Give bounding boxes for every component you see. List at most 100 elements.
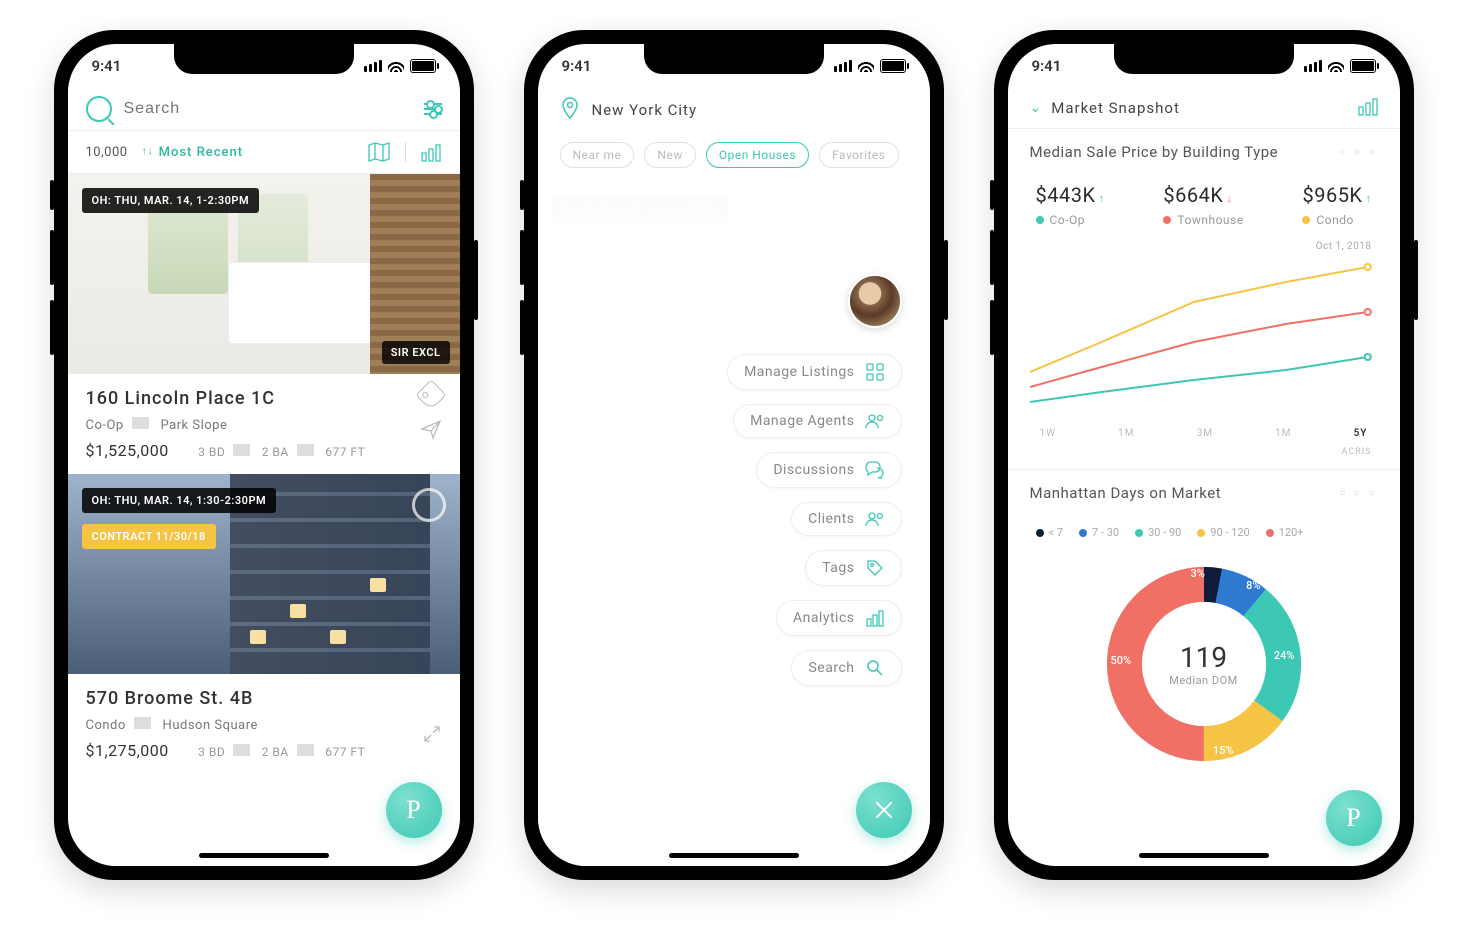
phone-frame-3: 9:41 ⌄ Market Snapshot Median Sale Price…	[994, 30, 1414, 880]
menu-manage-agents[interactable]: Manage Agents	[733, 404, 901, 438]
legend-dot-icon	[1036, 216, 1044, 224]
pie-pct-label: 8%	[1246, 579, 1260, 592]
legend-dot-icon	[1197, 529, 1205, 537]
avatar[interactable]	[848, 274, 902, 328]
section-title: Median Sale Price by Building Type	[1030, 143, 1279, 161]
grid-icon	[865, 363, 885, 381]
phone-frame-2: 9:41 New York City Near me New Open Hous…	[524, 30, 944, 880]
tag-icon[interactable]	[415, 379, 446, 410]
menu-label: Discussions	[773, 462, 854, 478]
wifi-icon	[388, 60, 404, 72]
search-input[interactable]	[122, 99, 414, 119]
location-pin-icon	[560, 96, 580, 124]
signal-icon	[1304, 60, 1322, 72]
status-ring-icon	[412, 488, 446, 522]
timeline-option[interactable]: 3M	[1197, 428, 1213, 439]
legend-dot-icon	[1135, 529, 1143, 537]
fab-button[interactable]: P	[386, 782, 442, 838]
listing-type: Co-Op	[86, 418, 132, 433]
listing-beds: 3 BD	[198, 445, 233, 459]
menu-discussions[interactable]: Discussions	[756, 452, 901, 488]
listing-type: Condo	[86, 718, 134, 733]
listing-price: $1,275,000	[86, 741, 177, 760]
chart-icon	[865, 609, 885, 627]
menu-clients[interactable]: Clients	[791, 502, 901, 536]
price-metric: $443K↑ Co-Op	[1036, 183, 1105, 227]
legend-dot-icon	[1163, 216, 1171, 224]
result-count: 10,000	[86, 145, 128, 160]
donut-chart: 119 Median DOM 3% 8% 24% 15% 50%	[1099, 559, 1309, 769]
source-label: ACRIS	[1030, 443, 1378, 469]
send-icon[interactable]	[420, 418, 442, 440]
signal-icon	[834, 60, 852, 72]
chip-near-me[interactable]: Near me	[560, 142, 635, 168]
more-icon[interactable]: ○ ○ ○	[1339, 488, 1377, 499]
listing-image: OH: THU, MAR. 14, 1-2:30PM SIR EXCL	[68, 174, 460, 374]
timeline-option[interactable]: 1M	[1275, 428, 1291, 439]
timeline-option[interactable]: 5Y	[1354, 428, 1368, 439]
map-icon[interactable]	[367, 141, 391, 163]
chart-icon[interactable]	[420, 141, 442, 163]
pie-pct-label: 3%	[1191, 567, 1205, 580]
battery-icon	[410, 59, 436, 73]
menu-tags[interactable]: Tags	[805, 550, 901, 586]
timeline-option[interactable]: 1M	[1118, 428, 1134, 439]
arrow-down-icon: ↓	[1226, 192, 1232, 205]
donut-center-value: 119	[1169, 641, 1238, 674]
close-fab-button[interactable]	[856, 782, 912, 838]
listing-card[interactable]: OH: THU, MAR. 14, 1-2:30PM SIR EXCL 160 …	[68, 174, 460, 474]
listing-baths: 2 BA	[254, 445, 297, 459]
chevron-down-icon[interactable]: ⌄	[1030, 100, 1042, 116]
wifi-icon	[1328, 60, 1344, 72]
fab-button[interactable]: P	[1326, 790, 1382, 846]
search-icon	[86, 96, 112, 122]
listing-sqft: 677 FT	[317, 445, 373, 459]
wifi-icon	[858, 60, 874, 72]
contract-badge: CONTRACT 11/30/18	[82, 524, 216, 549]
open-house-badge: OH: THU, MAR. 14, 1:30-2:30PM	[82, 488, 277, 513]
listing-card[interactable]: OH: THU, MAR. 14, 1:30-2:30PM CONTRACT 1…	[68, 474, 460, 774]
pie-legend: < 7 7 - 30 30 - 90 90 - 120 120+	[1008, 516, 1400, 549]
expand-icon[interactable]	[422, 724, 442, 748]
listing-title: 160 Lincoln Place 1C	[86, 388, 442, 409]
status-time: 9:41	[92, 57, 122, 75]
price-metric: $965K↑ Condo	[1302, 183, 1371, 227]
exclusive-badge: SIR EXCL	[382, 341, 450, 364]
menu-analytics[interactable]: Analytics	[776, 600, 902, 636]
sort-button[interactable]: ↑↓ Most Recent	[142, 145, 243, 160]
timeline-option[interactable]: 1W	[1040, 428, 1057, 439]
chip-new[interactable]: New	[644, 142, 695, 168]
chip-open-houses[interactable]: Open Houses	[706, 142, 809, 168]
pie-pct-label: 50%	[1111, 654, 1132, 667]
listing-neighborhood: Park Slope	[152, 418, 235, 433]
menu-label: Tags	[822, 560, 854, 576]
menu-label: Clients	[808, 511, 854, 527]
open-house-badge: OH: THU, MAR. 14, 1-2:30PM	[82, 188, 260, 213]
chart-icon[interactable]	[1358, 96, 1378, 120]
menu-label: Search	[808, 660, 854, 676]
city-label[interactable]: New York City	[592, 101, 698, 119]
users-icon	[865, 413, 885, 429]
battery-icon	[880, 59, 906, 73]
menu-search[interactable]: Search	[791, 650, 901, 686]
listing-baths: 2 BA	[254, 745, 297, 759]
status-time: 9:41	[562, 57, 592, 75]
tag-icon	[865, 559, 885, 577]
pie-pct-label: 15%	[1213, 744, 1234, 757]
timeline-selector[interactable]: 1W 1M 3M 1M 5Y	[1030, 422, 1378, 443]
sort-arrows-icon: ↑↓	[142, 147, 154, 157]
chip-favorites[interactable]: Favorites	[819, 142, 898, 168]
battery-icon	[1350, 59, 1376, 73]
sort-label: Most Recent	[159, 145, 243, 160]
users-icon	[865, 511, 885, 527]
section-title: Manhattan Days on Market	[1030, 484, 1222, 502]
listing-neighborhood: Hudson Square	[155, 718, 266, 733]
search-icon	[865, 659, 885, 677]
pie-pct-label: 24%	[1274, 649, 1295, 662]
filter-icon[interactable]	[424, 103, 442, 115]
donut-center-label: Median DOM	[1169, 674, 1238, 687]
legend-dot-icon	[1036, 529, 1044, 537]
menu-manage-listings[interactable]: Manage Listings	[727, 354, 901, 390]
chat-icon	[865, 461, 885, 479]
more-icon[interactable]: ○ ○ ○	[1339, 147, 1377, 158]
